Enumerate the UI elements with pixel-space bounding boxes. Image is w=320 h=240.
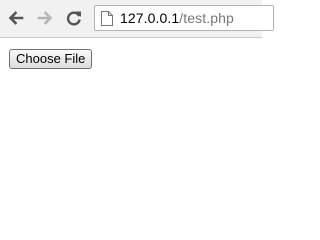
back-button[interactable]: [5, 7, 27, 29]
url-path: /test.php: [179, 10, 234, 26]
page-icon: [101, 10, 113, 26]
forward-button[interactable]: [34, 7, 56, 29]
page-content: Choose File: [0, 38, 262, 214]
choose-file-button[interactable]: Choose File: [9, 49, 93, 69]
reload-button[interactable]: [63, 7, 85, 29]
browser-toolbar: 127.0.0.1/test.php: [0, 0, 274, 38]
forward-arrow-icon: [37, 11, 53, 25]
url-host: 127.0.0.1: [120, 10, 180, 26]
address-bar[interactable]: 127.0.0.1/test.php: [94, 5, 274, 31]
url-text: 127.0.0.1/test.php: [120, 10, 234, 26]
reload-icon: [66, 11, 81, 26]
back-arrow-icon: [8, 11, 24, 25]
